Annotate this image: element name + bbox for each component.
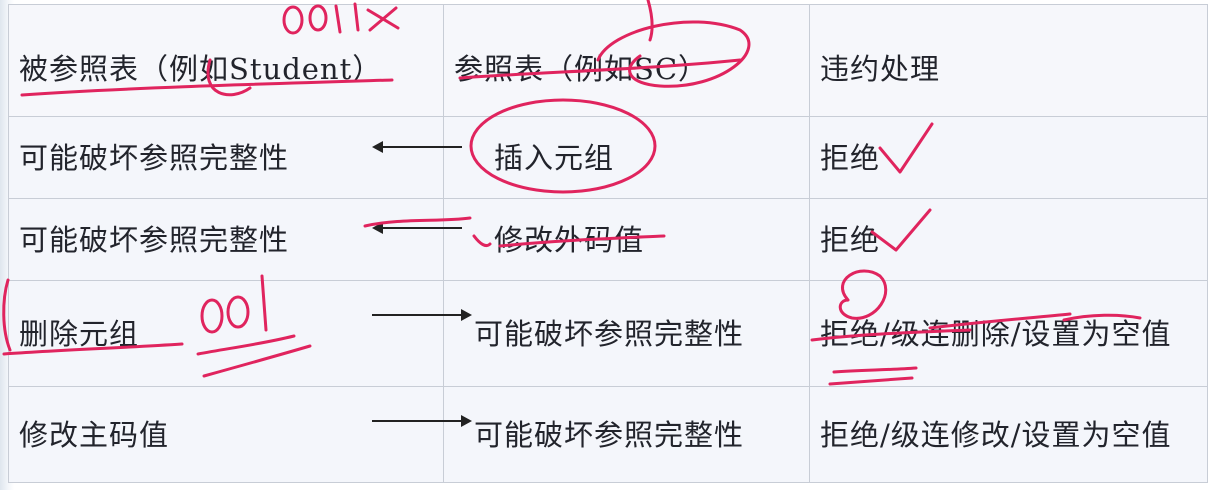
- row2-referenced-text: 可能破坏参照完整性: [19, 222, 290, 257]
- table-row: 可能破坏参照完整性 插入元组 拒绝: [8, 116, 1208, 199]
- header-violation-handling: 违约处理: [809, 4, 1208, 117]
- arrow-right-icon: [372, 309, 472, 321]
- row4-referenced-text: 修改主码值: [19, 417, 170, 452]
- header-referencing-table: 参照表（例如SC）: [443, 4, 810, 117]
- row4-handling-cell: 拒绝/级连修改/设置为空值: [809, 386, 1208, 483]
- row4-referencing-cell: 可能破坏参照完整性: [443, 386, 810, 483]
- row1-handling-cell: 拒绝: [809, 116, 1208, 199]
- row2-referencing-cell: 修改外码值: [443, 198, 810, 281]
- row2-referencing-text: 修改外码值: [494, 222, 645, 257]
- row1-referenced-cell: 可能破坏参照完整性: [8, 116, 444, 199]
- header-referenced-table: 被参照表（例如Student）: [8, 4, 444, 117]
- table-row: 删除元组 可能破坏参照完整性 拒绝/级连删除/设置为空值: [8, 280, 1208, 387]
- arrow-left-icon: [372, 141, 462, 153]
- table-row: 修改主码值 可能破坏参照完整性 拒绝/级连修改/设置为空值: [8, 386, 1208, 483]
- row2-handling-cell: 拒绝: [809, 198, 1208, 281]
- row4-handling-text: 拒绝/级连修改/设置为空值: [820, 417, 1172, 452]
- row4-referenced-cell: 修改主码值: [8, 386, 444, 483]
- row3-referencing-text: 可能破坏参照完整性: [474, 316, 745, 351]
- header-referencing-table-label: 参照表（例如SC）: [454, 51, 709, 86]
- table-row: 可能破坏参照完整性 修改外码值 拒绝: [8, 198, 1208, 281]
- row1-handling-text: 拒绝: [820, 140, 881, 175]
- row4-referencing-text: 可能破坏参照完整性: [474, 417, 745, 452]
- table-header-row: 被参照表（例如Student） 参照表（例如SC） 违约处理: [8, 4, 1208, 117]
- row2-referenced-cell: 可能破坏参照完整性: [8, 198, 444, 281]
- slide-stage: 被参照表（例如Student） 参照表（例如SC） 违约处理 可能破坏参照完整性…: [0, 0, 1213, 490]
- row3-referenced-cell: 删除元组: [8, 280, 444, 387]
- row3-handling-text: 拒绝/级连删除/设置为空值: [820, 316, 1172, 351]
- row1-referencing-cell: 插入元组: [443, 116, 810, 199]
- arrow-right-icon: [372, 415, 472, 427]
- row3-referenced-text: 删除元组: [19, 316, 140, 351]
- row3-handling-cell: 拒绝/级连删除/设置为空值: [809, 280, 1208, 387]
- referential-integrity-table: 被参照表（例如Student） 参照表（例如SC） 违约处理 可能破坏参照完整性…: [8, 4, 1208, 483]
- header-referenced-table-label: 被参照表（例如Student）: [19, 51, 383, 86]
- arrow-left-icon: [372, 222, 462, 234]
- row1-referenced-text: 可能破坏参照完整性: [19, 140, 290, 175]
- row3-referencing-cell: 可能破坏参照完整性: [443, 280, 810, 387]
- row1-referencing-text: 插入元组: [494, 140, 615, 175]
- row2-handling-text: 拒绝: [820, 222, 881, 257]
- header-violation-handling-label: 违约处理: [820, 51, 941, 86]
